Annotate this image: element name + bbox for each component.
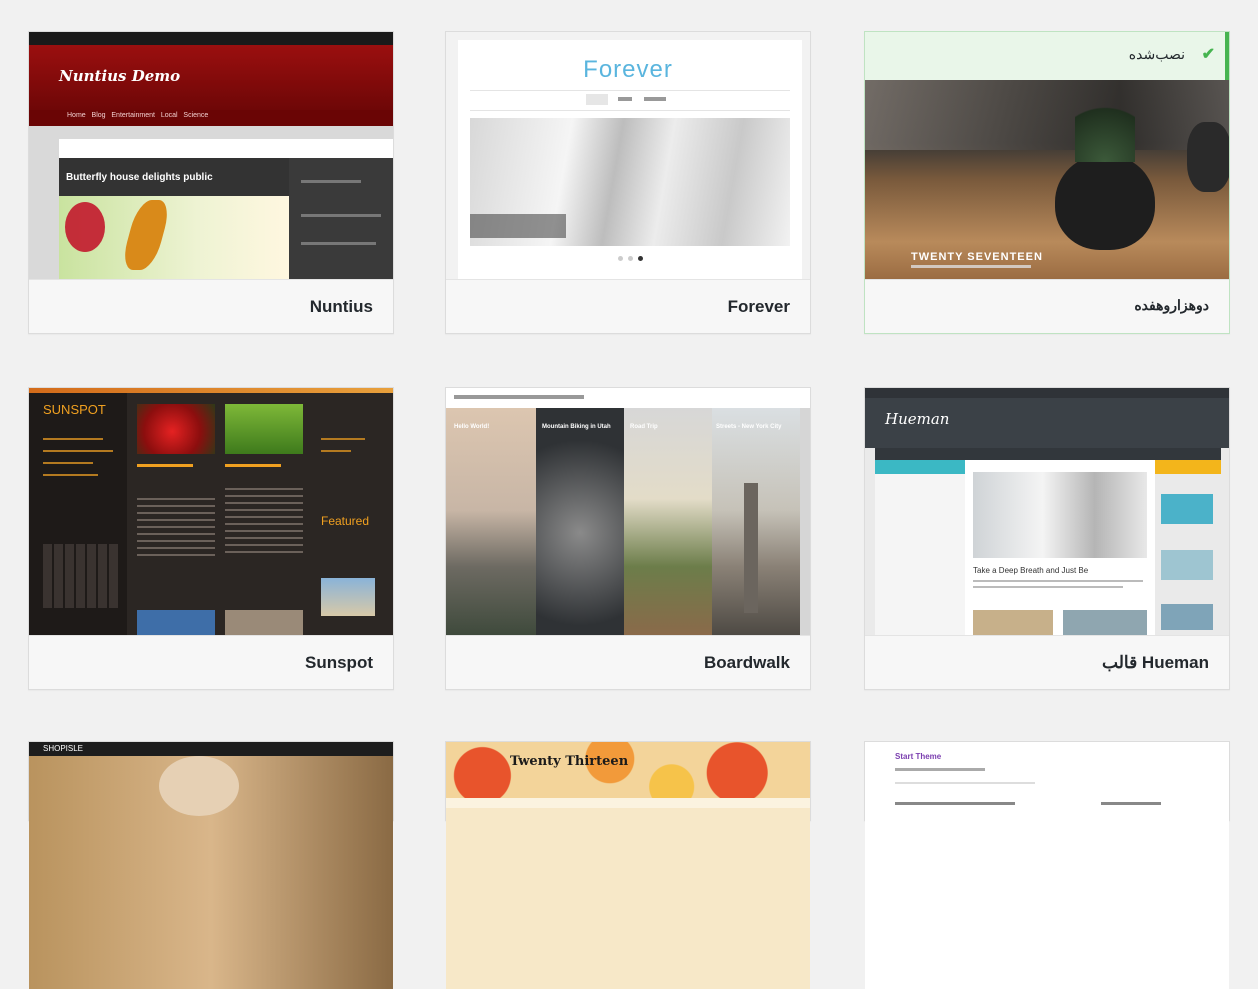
screenshot-site-title: Forever <box>583 56 673 83</box>
theme-name-bar: قالب Hueman <box>865 635 1229 689</box>
screenshot-post-title: Butterfly house delights public <box>66 172 213 183</box>
theme-screenshot: Start Theme <box>865 742 1229 989</box>
screenshot-site-title: Twenty Thirteen <box>510 754 629 769</box>
theme-name-bar: Boardwalk <box>446 635 810 689</box>
theme-name-bar: Nuntius <box>29 279 393 333</box>
theme-card-twentythirteen[interactable]: Twenty Thirteen <box>445 741 811 989</box>
theme-screenshot: Twenty Thirteen <box>446 742 810 989</box>
screenshot-site-title: Start Theme <box>895 752 942 761</box>
theme-name: Sunspot <box>305 653 373 672</box>
theme-card-twentyseventeen[interactable]: ✔ نصب‌شده TWENTY SEVENTEEN دوهزاروهفده <box>864 31 1230 334</box>
theme-screenshot: Hello World! Mountain Biking in Utah Roa… <box>446 388 810 635</box>
theme-name: Nuntius <box>309 297 373 316</box>
theme-screenshot: Nuntius Demo Home Blog Entertainment Loc… <box>29 32 393 279</box>
screenshot-panel-label: Mountain Biking in Utah <box>542 424 611 430</box>
theme-name-bar: Forever <box>446 279 810 333</box>
checkmark-icon: ✔ <box>1201 46 1215 63</box>
theme-screenshot: SUNSPOT Featured <box>29 388 393 635</box>
screenshot-featured: Featured <box>321 514 370 528</box>
theme-name-bar: Sunspot <box>29 635 393 689</box>
theme-card-nuntius[interactable]: Nuntius Demo Home Blog Entertainment Loc… <box>28 31 394 334</box>
theme-name: دوهزاروهفده <box>1134 297 1209 313</box>
screenshot-site-title: SUNSPOT <box>43 402 106 417</box>
screenshot-panel-label: Road Trip <box>630 424 658 430</box>
installed-label: نصب‌شده <box>1128 46 1185 62</box>
theme-name: Boardwalk <box>704 653 790 672</box>
screenshot-site-title: SHOPISLE <box>43 744 84 753</box>
screenshot-panel-label: Streets - New York City <box>716 424 782 430</box>
theme-card-sunspot[interactable]: SUNSPOT Featured Sunspot <box>28 387 394 690</box>
screenshot-site-title: Hueman <box>885 410 950 428</box>
screenshot-headline: Take a Deep Breath and Just Be <box>973 566 1089 575</box>
installed-badge: ✔ نصب‌شده <box>865 32 1229 80</box>
screenshot-site-title: TWENTY SEVENTEEN <box>911 251 1043 263</box>
theme-name: Forever <box>727 297 790 316</box>
screenshot-panel-label: Hello World! <box>454 424 490 430</box>
theme-card-shopisle[interactable]: SHOPISLE <box>28 741 394 989</box>
theme-card-hueman[interactable]: Hueman Take a Deep Breath and Just Be قا… <box>864 387 1230 690</box>
theme-screenshot: Forever <box>446 32 810 279</box>
theme-card-boardwalk[interactable]: Hello World! Mountain Biking in Utah Roa… <box>445 387 811 690</box>
theme-screenshot: Hueman Take a Deep Breath and Just Be <box>865 388 1229 635</box>
theme-screenshot: SHOPISLE <box>29 742 393 989</box>
screenshot-site-title: Nuntius Demo <box>59 67 181 85</box>
theme-name-bar: دوهزاروهفده <box>865 279 1229 333</box>
theme-name: قالب Hueman <box>1102 653 1209 672</box>
theme-card-forever[interactable]: Forever Forever <box>445 31 811 334</box>
theme-card-start[interactable]: Start Theme <box>864 741 1230 989</box>
